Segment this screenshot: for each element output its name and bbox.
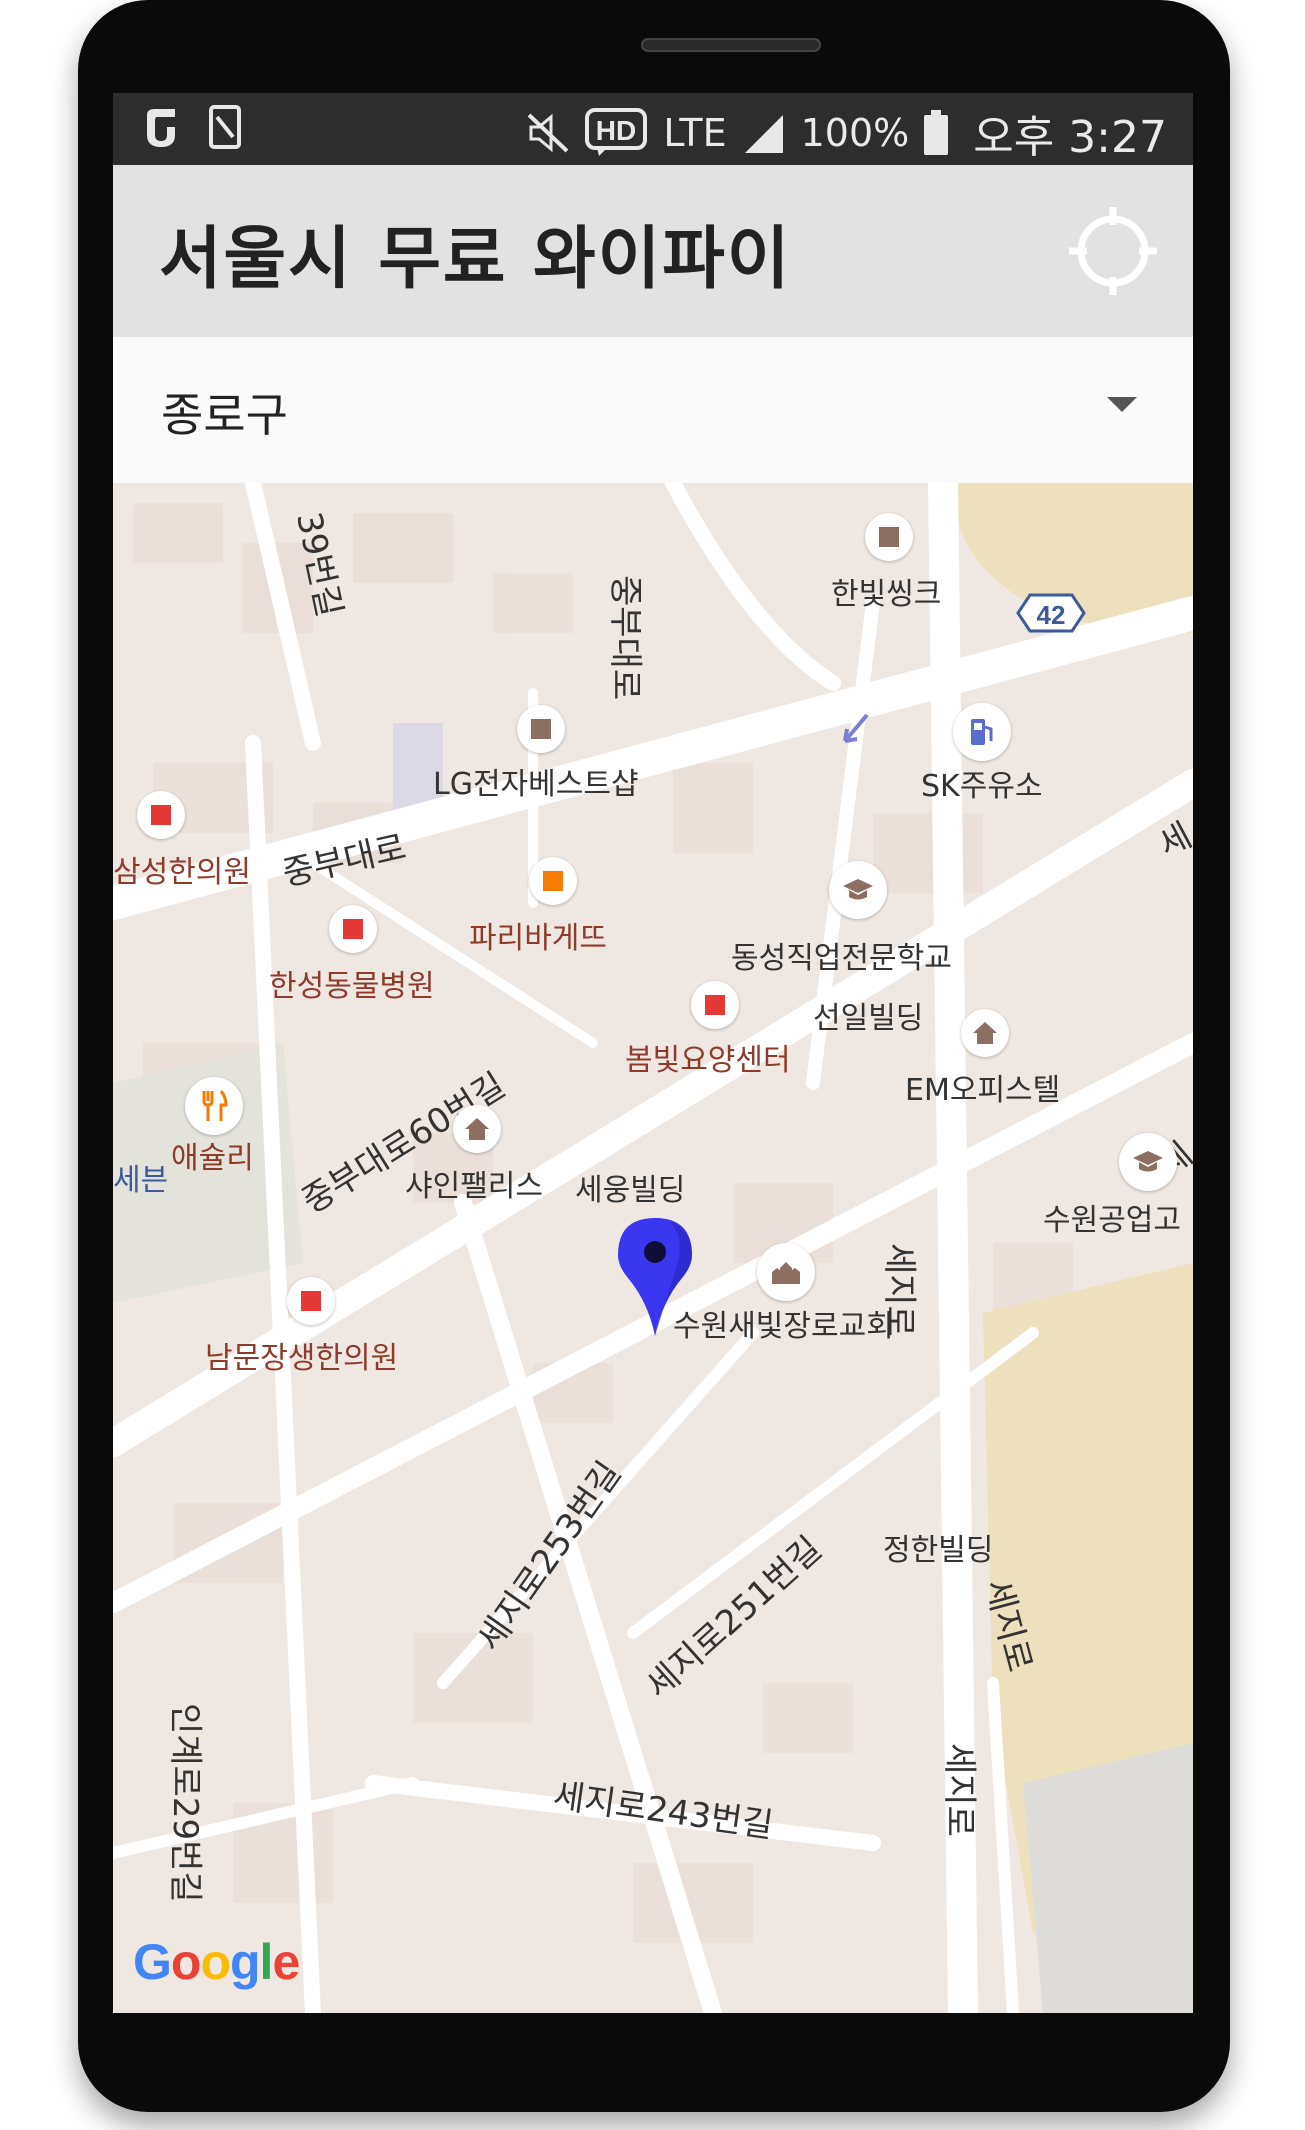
place-label: 애슐리: [171, 1141, 254, 1176]
school-icon[interactable]: [829, 861, 887, 919]
hospital-icon[interactable]: [287, 1277, 335, 1325]
chevron-down-icon: [1107, 397, 1137, 412]
screen: HD LTE 100% 오후 3:27 서울시 무료 와이파이 종로구 42 3…: [113, 93, 1193, 2013]
place-label: 봄빛요양센터: [625, 1043, 791, 1078]
phone-speaker: [641, 38, 821, 52]
location-marker-icon[interactable]: [618, 1218, 692, 1338]
road-label: 중부대로: [605, 575, 645, 701]
status-bar: HD LTE 100% 오후 3:27: [113, 93, 1193, 165]
my-location-button[interactable]: [1065, 203, 1161, 299]
battery-icon: [923, 110, 949, 156]
church-icon[interactable]: [757, 1243, 815, 1301]
battery-percent: 100%: [800, 111, 910, 155]
place-label: 수원새빛장로교회: [673, 1309, 894, 1344]
signal-icon: [741, 111, 787, 155]
page-title: 서울시 무료 와이파이: [159, 220, 792, 299]
place-label: LG전자베스트샵: [433, 767, 639, 802]
hospital-icon[interactable]: [329, 905, 377, 953]
place-label: 한빛씽크: [831, 577, 942, 612]
bakery-icon[interactable]: [529, 857, 577, 905]
store-icon[interactable]: [517, 705, 565, 753]
road-label: 인계로29번길: [165, 1703, 205, 1903]
network-type: LTE: [663, 111, 727, 155]
place-label: 샤인팰리스: [405, 1169, 543, 1204]
district-dropdown[interactable]: 종로구: [113, 337, 1193, 484]
place-label: 수원공업고: [1043, 1203, 1181, 1238]
home-icon[interactable]: [453, 1105, 501, 1153]
selected-place-label: 세웅빌딩: [575, 1173, 686, 1208]
app-bar: 서울시 무료 와이파이: [113, 165, 1193, 337]
place-label: 동성직업전문학교: [731, 941, 952, 976]
place-label: 정한빌딩: [883, 1533, 994, 1568]
road-label: 세지로: [939, 1743, 979, 1837]
hd-voice-icon: HD: [585, 108, 649, 158]
restaurant-icon[interactable]: [185, 1077, 243, 1135]
place-label: 세븐: [113, 1163, 169, 1198]
app-notification-icon: [139, 105, 183, 149]
google-logo: Google: [133, 1934, 300, 1990]
place-label: 한성동물병원: [269, 969, 435, 1004]
store-icon[interactable]: [865, 513, 913, 561]
hospital-icon[interactable]: [137, 791, 185, 839]
hospital-icon[interactable]: [691, 981, 739, 1029]
place-label: 삼성한의원: [113, 855, 251, 890]
sim-card-icon: [209, 105, 241, 149]
mute-icon: [525, 111, 571, 155]
place-label: 남문장생한의원: [205, 1341, 399, 1376]
gas-station-icon[interactable]: [953, 703, 1011, 761]
crosshair-icon: [1069, 207, 1157, 295]
map-view[interactable]: 42 39번길 중부대로 중부대로 중부대로60번길 세지로253번길 세지로2…: [113, 483, 1193, 2013]
svg-text:HD: HD: [596, 115, 636, 146]
place-label: SK주유소: [921, 769, 1043, 804]
place-label: EM오피스텔: [905, 1073, 1061, 1108]
school-icon[interactable]: [1119, 1133, 1177, 1191]
district-selected: 종로구: [161, 388, 288, 442]
home-icon[interactable]: [961, 1009, 1009, 1057]
place-label: 선일빌딩: [813, 1001, 924, 1036]
clock: 오후 3:27: [973, 112, 1167, 163]
route-shield: 42: [1037, 600, 1066, 630]
place-label: 파리바게뜨: [469, 921, 607, 956]
